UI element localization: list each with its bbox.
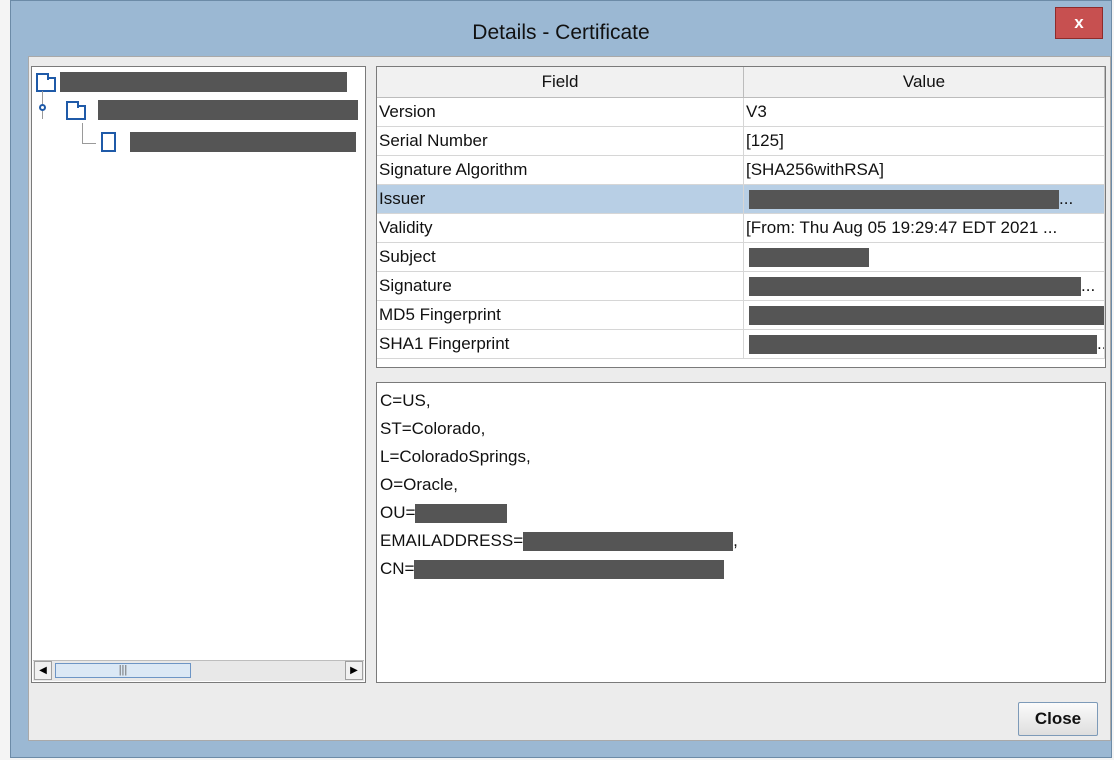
field-value-detail[interactable]: C=US, ST=Colorado, L=ColoradoSprings, O=Ora… bbox=[376, 382, 1106, 683]
column-header-field[interactable]: Field bbox=[377, 67, 744, 97]
redacted-value bbox=[749, 306, 1104, 326]
redacted-value bbox=[749, 248, 869, 268]
cell-value: V3 bbox=[744, 98, 1105, 126]
cell-field: Subject bbox=[377, 243, 744, 271]
table-row[interactable]: Signature Algorithm [SHA256withRSA] bbox=[377, 156, 1105, 185]
scroll-right-icon[interactable]: ▶ bbox=[345, 661, 363, 680]
redacted-value bbox=[749, 190, 1059, 210]
certificate-details-dialog: Details - Certificate x ◀ ||| ▶ Field Va… bbox=[10, 0, 1112, 758]
redacted-value bbox=[415, 504, 508, 524]
redacted-label bbox=[130, 132, 356, 152]
table-row[interactable]: Signature... bbox=[377, 272, 1105, 301]
cell-field: Version bbox=[377, 98, 744, 126]
horizontal-scrollbar[interactable]: ◀ ||| ▶ bbox=[33, 660, 364, 681]
cell-field: Serial Number bbox=[377, 127, 744, 155]
cell-value: ... bbox=[744, 272, 1105, 300]
dialog-title: Details - Certificate bbox=[472, 21, 650, 44]
certificate-fields-table: Field Value Version V3 Serial Number [125] S… bbox=[376, 66, 1106, 368]
detail-line-text: L=ColoradoSprings, bbox=[380, 447, 531, 466]
table-row[interactable]: Validity [From: Thu Aug 05 19:29:47 EDT 2… bbox=[377, 214, 1105, 243]
tree-node-intermediate[interactable] bbox=[66, 97, 358, 123]
detail-line: EMAILADDRESS=, bbox=[380, 527, 1102, 555]
tree-node-root[interactable] bbox=[36, 69, 347, 95]
cell-value-text: .. bbox=[1097, 334, 1104, 353]
certificate-chain-tree[interactable]: ◀ ||| ▶ bbox=[31, 66, 366, 683]
scroll-left-icon[interactable]: ◀ bbox=[34, 661, 52, 680]
close-button[interactable]: Close bbox=[1018, 702, 1098, 736]
close-window-button[interactable]: x bbox=[1055, 7, 1103, 39]
tree-node-leaf-certificate[interactable] bbox=[101, 129, 356, 155]
cell-field: MD5 Fingerprint bbox=[377, 301, 744, 329]
detail-line-suffix: , bbox=[733, 531, 738, 550]
cell-value: [From: Thu Aug 05 19:29:47 EDT 2021 ... bbox=[744, 214, 1105, 242]
table-row[interactable]: Subject bbox=[377, 243, 1105, 272]
scroll-thumb[interactable]: ||| bbox=[55, 663, 191, 678]
cell-field: Validity bbox=[377, 214, 744, 242]
redacted-value bbox=[749, 277, 1081, 297]
cell-field: Issuer bbox=[377, 185, 744, 213]
redacted-label bbox=[60, 72, 347, 92]
cell-field: Signature bbox=[377, 272, 744, 300]
detail-line: ST=Colorado, bbox=[380, 415, 1102, 443]
redacted-value bbox=[749, 335, 1097, 355]
detail-line: OU= bbox=[380, 499, 1102, 527]
cell-field: Signature Algorithm bbox=[377, 156, 744, 184]
table-row[interactable]: MD5 Fingerprint. bbox=[377, 301, 1105, 330]
detail-line-text: CN= bbox=[380, 559, 415, 578]
cell-value: [125] bbox=[744, 127, 1105, 155]
table-row[interactable]: SHA1 Fingerprint.. bbox=[377, 330, 1105, 359]
table-body: Version V3 Serial Number [125] Signature Alg… bbox=[377, 98, 1105, 359]
detail-line: O=Oracle, bbox=[380, 471, 1102, 499]
cell-value-text: ... bbox=[1081, 276, 1096, 295]
table-row[interactable]: Issuer... bbox=[377, 185, 1105, 214]
table-row[interactable]: Version V3 bbox=[377, 98, 1105, 127]
detail-line-text: OU= bbox=[380, 503, 416, 522]
cell-value: . bbox=[744, 301, 1105, 329]
detail-line-text: EMAILADDRESS= bbox=[380, 531, 524, 550]
detail-line: L=ColoradoSprings, bbox=[380, 443, 1102, 471]
redacted-value bbox=[523, 532, 734, 552]
column-header-value[interactable]: Value bbox=[744, 67, 1105, 97]
table-header: Field Value bbox=[377, 67, 1105, 98]
tree-handle-icon[interactable] bbox=[39, 104, 46, 111]
cell-value: [SHA256withRSA] bbox=[744, 156, 1105, 184]
document-icon bbox=[101, 132, 116, 152]
dialog-content: ◀ ||| ▶ Field Value Version V3 Serial Numb… bbox=[28, 56, 1111, 741]
redacted-value bbox=[414, 560, 725, 580]
detail-line-text: C=US, bbox=[380, 391, 431, 410]
cell-value: ... bbox=[744, 185, 1105, 213]
detail-line-text: ST=Colorado, bbox=[380, 419, 486, 438]
table-row[interactable]: Serial Number [125] bbox=[377, 127, 1105, 156]
split-pane-divider[interactable] bbox=[371, 66, 374, 683]
cell-value-text: ... bbox=[1059, 189, 1074, 208]
title-bar: Details - Certificate x bbox=[11, 1, 1111, 55]
detail-line: CN= bbox=[380, 555, 1102, 583]
cell-value: .. bbox=[744, 330, 1105, 358]
folder-icon bbox=[36, 73, 56, 92]
cell-value bbox=[744, 243, 1105, 271]
detail-line-text: O=Oracle, bbox=[380, 475, 458, 494]
redacted-label bbox=[98, 100, 358, 120]
cell-field: SHA1 Fingerprint bbox=[377, 330, 744, 358]
detail-line: C=US, bbox=[380, 387, 1102, 415]
folder-icon bbox=[66, 101, 86, 120]
